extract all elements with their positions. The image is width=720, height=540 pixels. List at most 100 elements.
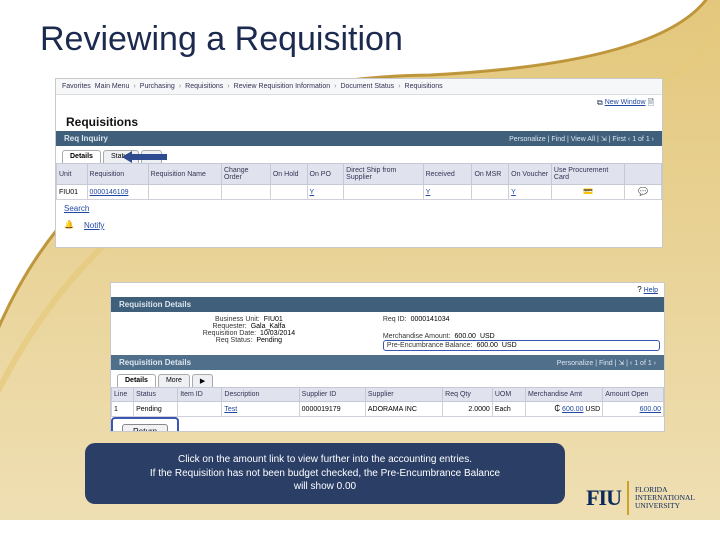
help-icon: ? [637, 286, 641, 294]
comment-icon[interactable]: 💬 [638, 188, 648, 196]
req-summary: Business Unit:FIU01 Requester:Gala_Kalfa… [111, 312, 664, 355]
instruction-callout: Click on the amount link to view further… [85, 443, 565, 504]
cell-on-po-link[interactable]: Y [310, 189, 315, 196]
grid-tools[interactable]: Personalize | Find | View All | ⇲ | Firs… [509, 135, 654, 143]
col-on-voucher: On Voucher [509, 164, 552, 185]
cell-on-voucher-link[interactable]: Y [511, 189, 516, 196]
crumb-document-status[interactable]: Document Status [340, 83, 394, 90]
tab-details[interactable]: Details [117, 374, 156, 387]
cell-unit: FIU01 [57, 185, 88, 200]
cell-merch-cur: USD [585, 406, 600, 413]
col-description: Description [222, 388, 299, 402]
callout-line: Click on the amount link to view further… [99, 453, 551, 467]
lbl-merch-amt: Merchandise Amount: [383, 333, 451, 340]
grid-tabs: Details Status ▶ [56, 146, 662, 163]
details-subheader: Requisition Details Personalize | Find |… [111, 355, 664, 370]
return-button[interactable]: Return [122, 424, 168, 432]
col-unit: Unit [57, 164, 88, 185]
breadcrumb: Favorites Main Menu › Purchasing › Requi… [56, 79, 662, 95]
col-on-hold: On Hold [270, 164, 307, 185]
cell-req-name [148, 185, 221, 200]
col-line: Line [112, 388, 134, 402]
grid-header-bar: Req Inquiry Personalize | Find | View Al… [56, 131, 662, 146]
tab-more[interactable]: More [158, 374, 190, 387]
crumb-current: Requisitions [405, 83, 443, 90]
col-item-id: Item ID [178, 388, 222, 402]
cell-status: Pending [134, 402, 178, 417]
lbl-req-status: Req Status: [216, 337, 253, 344]
screenshot-req-details: ? Help Requisition Details Business Unit… [110, 282, 665, 432]
grid-tools[interactable]: Personalize | Find | ⇲ | ‹ 1 of 1 › [557, 359, 656, 367]
crumb-favorites[interactable]: Favorites [62, 83, 91, 90]
cell-direct-ship [344, 185, 423, 200]
val-preenc-cur: USD [502, 342, 517, 349]
cell-on-hold [270, 185, 307, 200]
val-req-date: 10/03/2014 [260, 330, 295, 337]
tab-status[interactable]: Status [103, 150, 139, 163]
chevron-right-icon: › [398, 83, 400, 90]
tab-expand-all[interactable]: ▶ [141, 150, 162, 163]
return-highlight: Return [111, 417, 179, 432]
crumb-purchasing[interactable]: Purchasing [140, 83, 175, 90]
section-header: Requisition Details [111, 297, 664, 312]
callout-line: If the Requisition has not been budget c… [99, 467, 551, 481]
val-req-id: 0000141034 [411, 316, 450, 323]
tab-expand-all[interactable]: ▶ [192, 374, 213, 387]
section-title: Requisition Details [119, 358, 191, 367]
chevron-right-icon: › [227, 83, 229, 90]
col-on-po: On PO [307, 164, 344, 185]
table-row: FIU01 0000146109 Y Y Y 💳 💬 [57, 185, 662, 200]
cell-req-link[interactable]: 0000146109 [90, 189, 129, 196]
cell-uom: Each [492, 402, 525, 417]
search-link[interactable]: Search [64, 204, 89, 213]
col-req-name: Requisition Name [148, 164, 221, 185]
cell-line: 1 [112, 402, 134, 417]
lbl-requester: Requester: [212, 323, 246, 330]
notify-link[interactable]: Notify [84, 221, 104, 230]
cell-description-link[interactable]: Test [224, 406, 237, 413]
logo-divider [627, 481, 629, 515]
crumb-main-menu[interactable]: Main Menu [95, 83, 130, 90]
col-actions [625, 164, 662, 185]
page-title: Requisitions [56, 111, 662, 131]
val-req-status: Pending [256, 337, 282, 344]
pcard-icon: 💳 [583, 188, 593, 196]
col-merch-amt: Merchandise Amt [525, 388, 602, 402]
logo-wordmark: FLORIDA INTERNATIONAL UNIVERSITY [635, 486, 695, 511]
table-row: 1 Pending Test 0000019179 ADORAMA INC 2.… [112, 402, 664, 417]
callout-line: will show 0.00 [99, 480, 551, 494]
section-title: Req Inquiry [64, 134, 108, 143]
col-pcard: Use Procurement Card [551, 164, 624, 185]
col-req-qty: Req Qty [443, 388, 493, 402]
newspaper-icon[interactable]: 🗎 [648, 99, 654, 107]
cell-qty: 2.0000 [443, 402, 493, 417]
tab-details[interactable]: Details [62, 150, 101, 163]
cell-merch-amt-link[interactable]: 600.00 [562, 406, 583, 413]
val-merch-cur: USD [480, 333, 495, 340]
screenshot-req-inquiry: Favorites Main Menu › Purchasing › Requi… [55, 78, 663, 248]
new-window-icon: ⧉ [597, 99, 603, 107]
val-bu: FIU01 [264, 316, 283, 323]
cell-supplier-id: 0000019179 [299, 402, 365, 417]
chevron-right-icon: › [334, 83, 336, 90]
col-status: Status [134, 388, 178, 402]
cell-supplier: ADORAMA INC [365, 402, 442, 417]
crumb-review-requisition[interactable]: Review Requisition Information [234, 83, 331, 90]
col-amount-open: Amount Open [603, 388, 664, 402]
help-link[interactable]: Help [644, 287, 658, 294]
fiu-logo: FIU FLORIDA INTERNATIONAL UNIVERSITY [586, 481, 695, 515]
crumb-requisitions[interactable]: Requisitions [185, 83, 223, 90]
col-requisition: Requisition [87, 164, 148, 185]
notify-icon[interactable]: 🔔 [64, 221, 74, 230]
cell-received-link[interactable]: Y [426, 189, 431, 196]
col-change-order: Change Order [221, 164, 270, 185]
col-on-msr: On MSR [472, 164, 509, 185]
col-supplier: Supplier [365, 388, 442, 402]
col-received: Received [423, 164, 472, 185]
currency-icon[interactable]: ₵ [554, 405, 560, 413]
new-window-link[interactable]: New Window [605, 99, 646, 107]
val-merch-amt: 600.00 [455, 333, 476, 340]
cell-amount-open-link[interactable]: 600.00 [640, 406, 661, 413]
req-details-grid: Line Status Item ID Description Supplier… [111, 387, 664, 417]
chevron-right-icon: › [179, 83, 181, 90]
